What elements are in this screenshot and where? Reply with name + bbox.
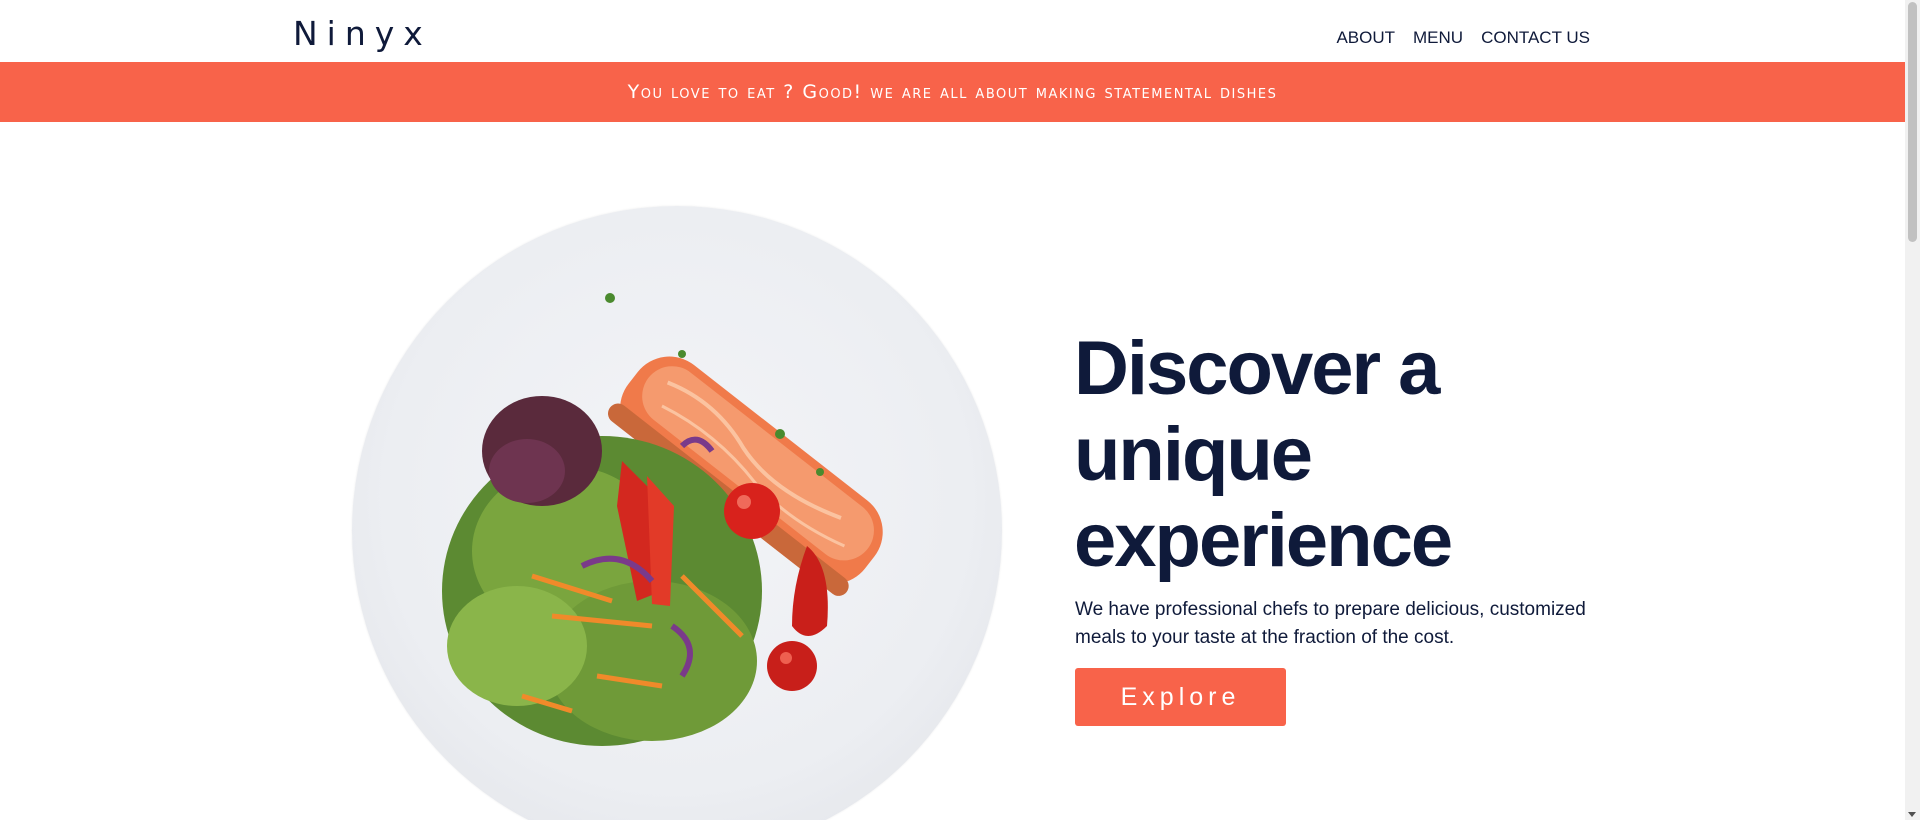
page-scrollbar[interactable] [1905,0,1920,820]
hero-description: We have professional chefs to prepare de… [1075,599,1586,648]
scroll-down-arrow-icon[interactable] [1908,812,1916,817]
scrollbar-thumb[interactable] [1908,2,1917,242]
nav-links: ABOUT MENU CONTACT US [1336,28,1590,48]
nav-about[interactable]: ABOUT [1336,28,1395,48]
promo-banner-text: You love to eat ? Good! we are all about… [627,81,1278,103]
page: Ninyx ABOUT MENU CONTACT US You love to … [0,0,1920,820]
hero-title: Discover a unique experience [1074,326,1453,583]
hero-food-plate-image [352,206,1002,820]
site-logo[interactable]: Ninyx [293,14,432,53]
promo-banner: You love to eat ? Good! we are all about… [0,62,1905,122]
salmon-salad-illustration [442,293,883,746]
nav-menu[interactable]: MENU [1413,28,1463,48]
top-navigation: Ninyx ABOUT MENU CONTACT US [0,0,1905,62]
nav-contact-us[interactable]: CONTACT US [1481,28,1590,48]
explore-button[interactable]: Explore [1075,668,1286,726]
